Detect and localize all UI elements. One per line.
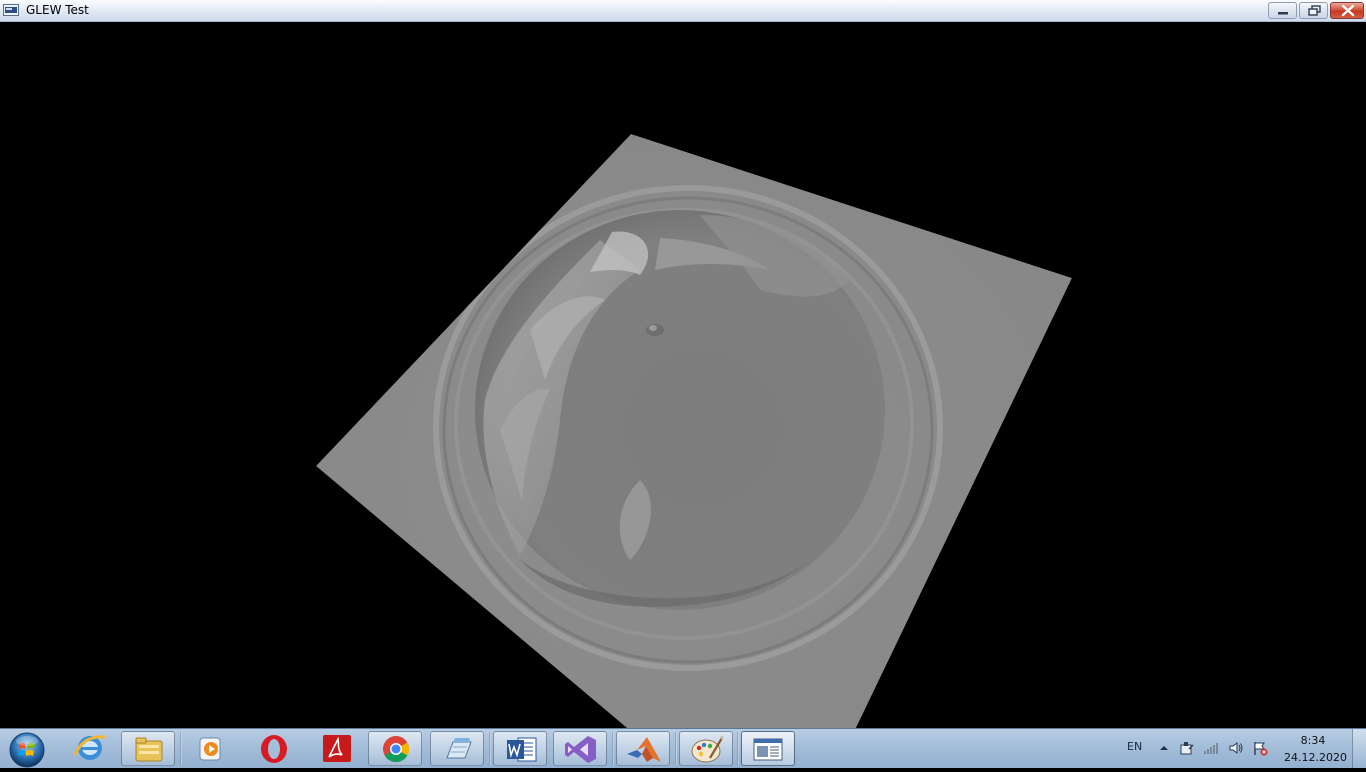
close-icon bbox=[1341, 4, 1355, 17]
taskbar-separator bbox=[180, 732, 182, 765]
show-hidden-icons-arrow-icon[interactable] bbox=[1156, 740, 1172, 756]
language-indicator[interactable]: EN bbox=[1127, 740, 1142, 753]
window-title: GLEW Test bbox=[26, 3, 89, 17]
taskbar-paint[interactable] bbox=[679, 731, 733, 766]
opera-icon bbox=[261, 735, 287, 763]
relief-plate bbox=[316, 134, 1072, 728]
start-button[interactable] bbox=[4, 730, 50, 768]
title-bar[interactable]: GLEW Test bbox=[0, 0, 1366, 22]
taskbar-notepad[interactable] bbox=[430, 731, 484, 766]
chrome-icon bbox=[383, 736, 410, 763]
taskbar-separator bbox=[612, 732, 614, 765]
show-desktop-button[interactable] bbox=[1352, 729, 1366, 768]
media-player-icon bbox=[199, 737, 221, 761]
minimize-icon bbox=[1278, 12, 1288, 15]
restore-button[interactable] bbox=[1299, 2, 1328, 19]
close-button[interactable] bbox=[1330, 2, 1364, 19]
taskbar-file-explorer[interactable] bbox=[121, 731, 175, 766]
taskbar-acrobat-reader[interactable] bbox=[309, 731, 363, 766]
clock-time: 8:34 bbox=[1300, 734, 1326, 747]
word-icon bbox=[507, 737, 537, 762]
windows-start-icon bbox=[9, 732, 45, 768]
taskbar: EN 8:34 24.12.2020 bbox=[0, 728, 1366, 768]
restore-icon bbox=[1308, 5, 1321, 16]
volume-icon[interactable] bbox=[1228, 740, 1244, 756]
visual-studio-icon bbox=[565, 736, 596, 763]
action-center-flag-icon[interactable] bbox=[1252, 740, 1268, 756]
acrobat-reader-icon bbox=[323, 735, 351, 762]
taskbar-word[interactable] bbox=[493, 731, 547, 766]
notepad-icon bbox=[446, 738, 472, 759]
matlab-icon bbox=[627, 737, 661, 762]
taskbar-glew-test[interactable] bbox=[741, 731, 795, 766]
network-signal-icon[interactable] bbox=[1203, 740, 1219, 756]
minimize-button[interactable] bbox=[1268, 2, 1297, 19]
internet-explorer-icon bbox=[73, 735, 106, 760]
paint-icon bbox=[691, 735, 724, 763]
clock-date: 24.12.2020 bbox=[1284, 751, 1347, 764]
taskbar-media-player[interactable] bbox=[184, 731, 238, 766]
render-viewport[interactable] bbox=[0, 22, 1366, 728]
safely-remove-hardware-icon[interactable] bbox=[1179, 740, 1195, 756]
taskbar-separator bbox=[675, 732, 677, 765]
relief-render bbox=[316, 134, 1072, 728]
taskbar-matlab[interactable] bbox=[616, 731, 670, 766]
taskbar-visual-studio[interactable] bbox=[553, 731, 607, 766]
file-explorer-icon bbox=[135, 737, 163, 762]
taskbar-opera[interactable] bbox=[247, 731, 301, 766]
taskbar-internet-explorer[interactable] bbox=[63, 731, 117, 766]
glew-test-app-icon bbox=[753, 738, 783, 761]
taskbar-separator bbox=[737, 732, 739, 765]
taskbar-chrome[interactable] bbox=[368, 731, 422, 766]
taskbar-separator bbox=[489, 732, 491, 765]
app-icon bbox=[3, 4, 19, 16]
